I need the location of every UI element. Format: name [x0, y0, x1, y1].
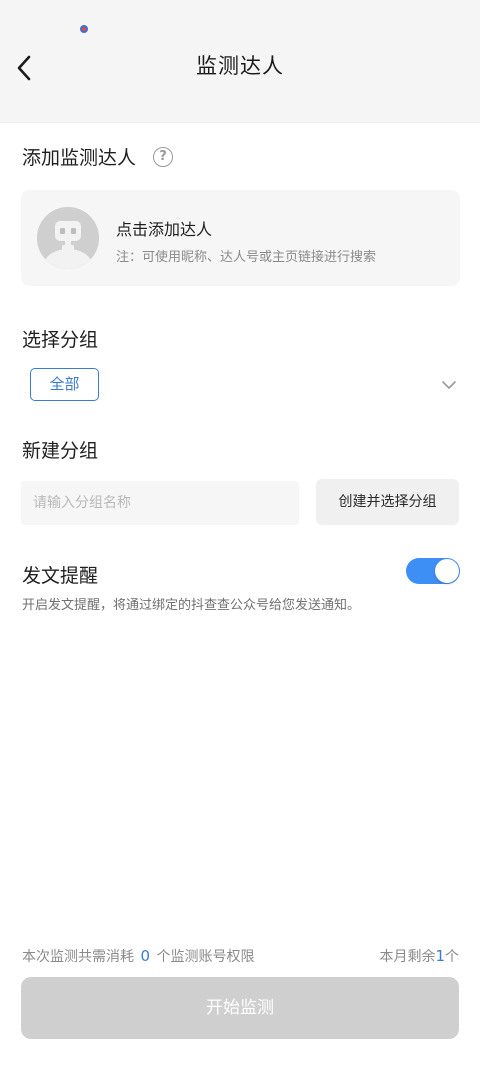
- remaining-suffix: 个: [445, 949, 459, 965]
- notification-title: 发文提醒: [22, 565, 99, 587]
- robot-avatar-icon: [37, 207, 99, 269]
- cost-suffix: 个监测账号权限: [156, 949, 255, 965]
- create-group-button[interactable]: 创建并选择分组: [316, 479, 459, 525]
- toggle-knob: [435, 559, 459, 583]
- cost-count: 0: [140, 947, 150, 965]
- status-indicator-icon: [80, 25, 88, 33]
- add-card-title: 点击添加达人: [116, 220, 213, 239]
- cost-prefix: 本次监测共需消耗: [22, 949, 134, 965]
- group-chip-all[interactable]: 全部: [30, 368, 99, 401]
- add-section-title: 添加监测达人: [22, 147, 137, 169]
- nav-header: 监测达人: [0, 0, 480, 123]
- cost-summary: 本次监测共需消耗 0 个监测账号权限: [22, 946, 254, 966]
- question-circle-icon[interactable]: ?: [153, 147, 173, 167]
- group-select-title: 选择分组: [22, 329, 99, 351]
- start-monitor-button[interactable]: 开始监测: [21, 977, 459, 1039]
- new-group-title: 新建分组: [22, 440, 99, 462]
- chevron-down-icon[interactable]: [440, 378, 458, 392]
- page-title: 监测达人: [196, 54, 284, 78]
- add-card-hint: 注：可使用昵称、达人号或主页链接进行搜索: [116, 250, 377, 265]
- remaining-count: 1: [435, 947, 445, 965]
- notification-description: 开启发文提醒，将通过绑定的抖查查公众号给您发送通知。: [22, 598, 361, 613]
- remaining-summary: 本月剩余1个: [379, 946, 459, 966]
- remaining-prefix: 本月剩余: [379, 949, 436, 965]
- notification-toggle[interactable]: [406, 558, 460, 584]
- group-name-input[interactable]: [21, 481, 299, 525]
- add-creator-card[interactable]: 点击添加达人 注：可使用昵称、达人号或主页链接进行搜索: [21, 190, 460, 286]
